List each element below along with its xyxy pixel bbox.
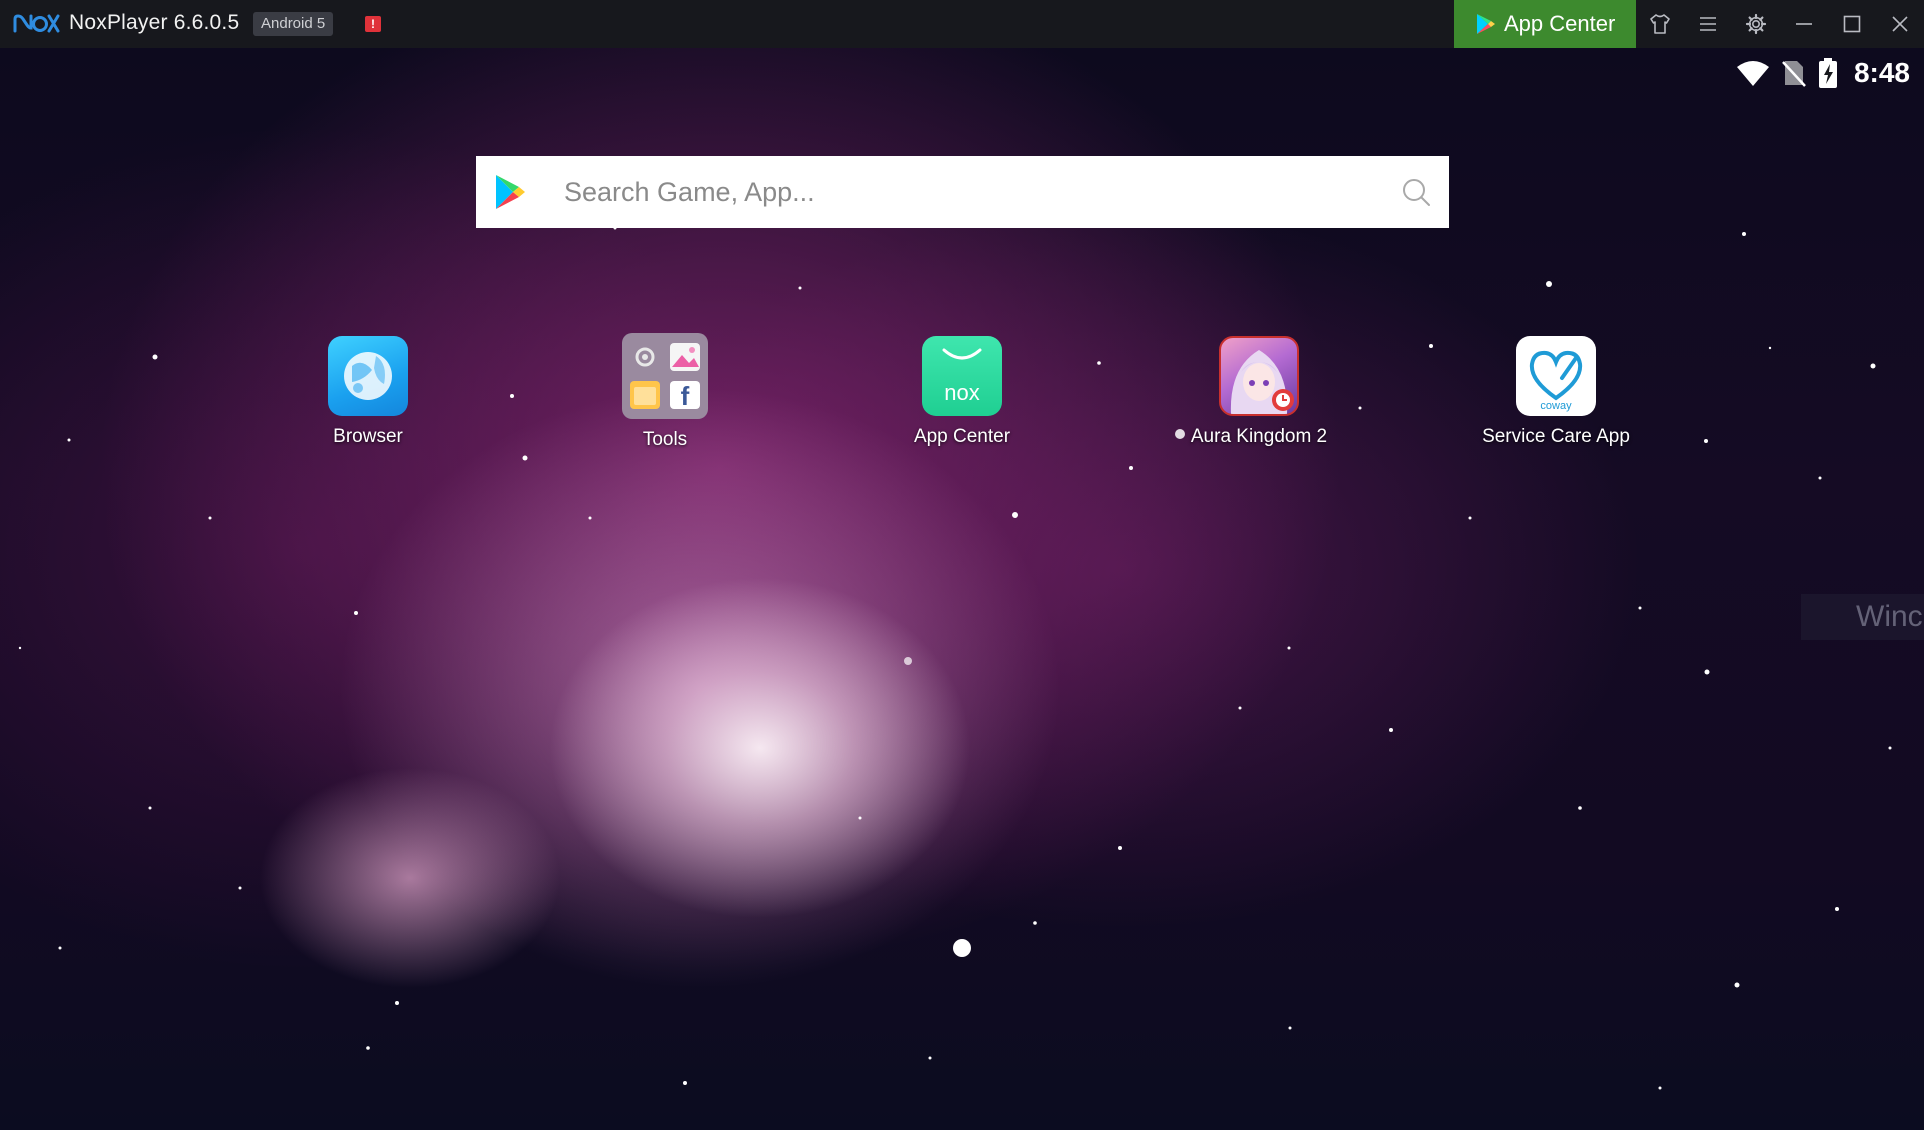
minimize-icon [1796,23,1812,25]
gear-icon [1745,13,1767,35]
shirt-icon [1650,14,1670,34]
close-icon [1892,16,1908,32]
search-input[interactable] [564,156,1344,228]
battery-charging-icon [1818,58,1837,88]
app-app-center[interactable]: nox App Center [862,336,1062,448]
status-bar: 8:48 [1736,56,1910,90]
app-aura-kingdom-2[interactable]: Aura Kingdom 2 [1159,336,1359,448]
app-label-aura-kingdom-2: Aura Kingdom 2 [1190,426,1328,447]
app-label-browser: Browser [333,426,403,447]
page-indicator-dot[interactable] [953,939,971,957]
app-label-tools: Tools [642,429,688,450]
menu-button[interactable] [1684,0,1732,48]
tools-folder-icon: f [622,333,708,419]
app-label-service-care: Service Care App [1482,426,1630,447]
menu-icon [1700,17,1716,31]
app-service-care[interactable]: coway Service Care App [1456,336,1656,448]
browser-icon [328,336,408,416]
alert-icon[interactable]: ! [365,16,381,32]
settings-button[interactable] [1732,0,1780,48]
minimize-button[interactable] [1780,0,1828,48]
theme-button[interactable] [1636,0,1684,48]
search-bar[interactable] [476,156,1449,228]
window-title: NoxPlayer 6.6.0.5 [69,11,240,34]
title-bar: NoxPlayer 6.6.0.5 Android 5 ! App Center [0,0,1924,48]
maximize-button[interactable] [1828,0,1876,48]
no-sim-icon [1782,61,1806,87]
nox-logo-icon [13,14,60,33]
app-browser[interactable]: Browser [268,336,468,448]
app-center-label: App Center [1504,11,1616,36]
android-version-badge: Android 5 [253,12,334,36]
facebook-glyph: f [681,381,690,411]
app-center-icon: nox [922,336,1002,416]
app-center-button[interactable]: App Center [1454,0,1636,48]
android-home-screen[interactable]: 8:48 Browser [0,48,1924,1130]
windows-activation-overlay: Winc [1801,594,1924,640]
clock: 8:48 [1853,57,1910,88]
google-play-icon [496,175,525,209]
coway-icon: coway [1516,336,1596,416]
app-tools[interactable]: f Tools [565,333,765,451]
close-button[interactable] [1876,0,1924,48]
play-store-icon [1477,14,1495,34]
maximize-icon [1843,15,1861,33]
nox-wordmark: nox [944,380,979,405]
aura-kingdom-icon [1219,336,1299,416]
coway-wordmark: coway [1540,400,1572,412]
app-label-app-center: App Center [913,426,1011,447]
wifi-icon [1736,61,1769,86]
search-icon[interactable] [1401,177,1431,207]
